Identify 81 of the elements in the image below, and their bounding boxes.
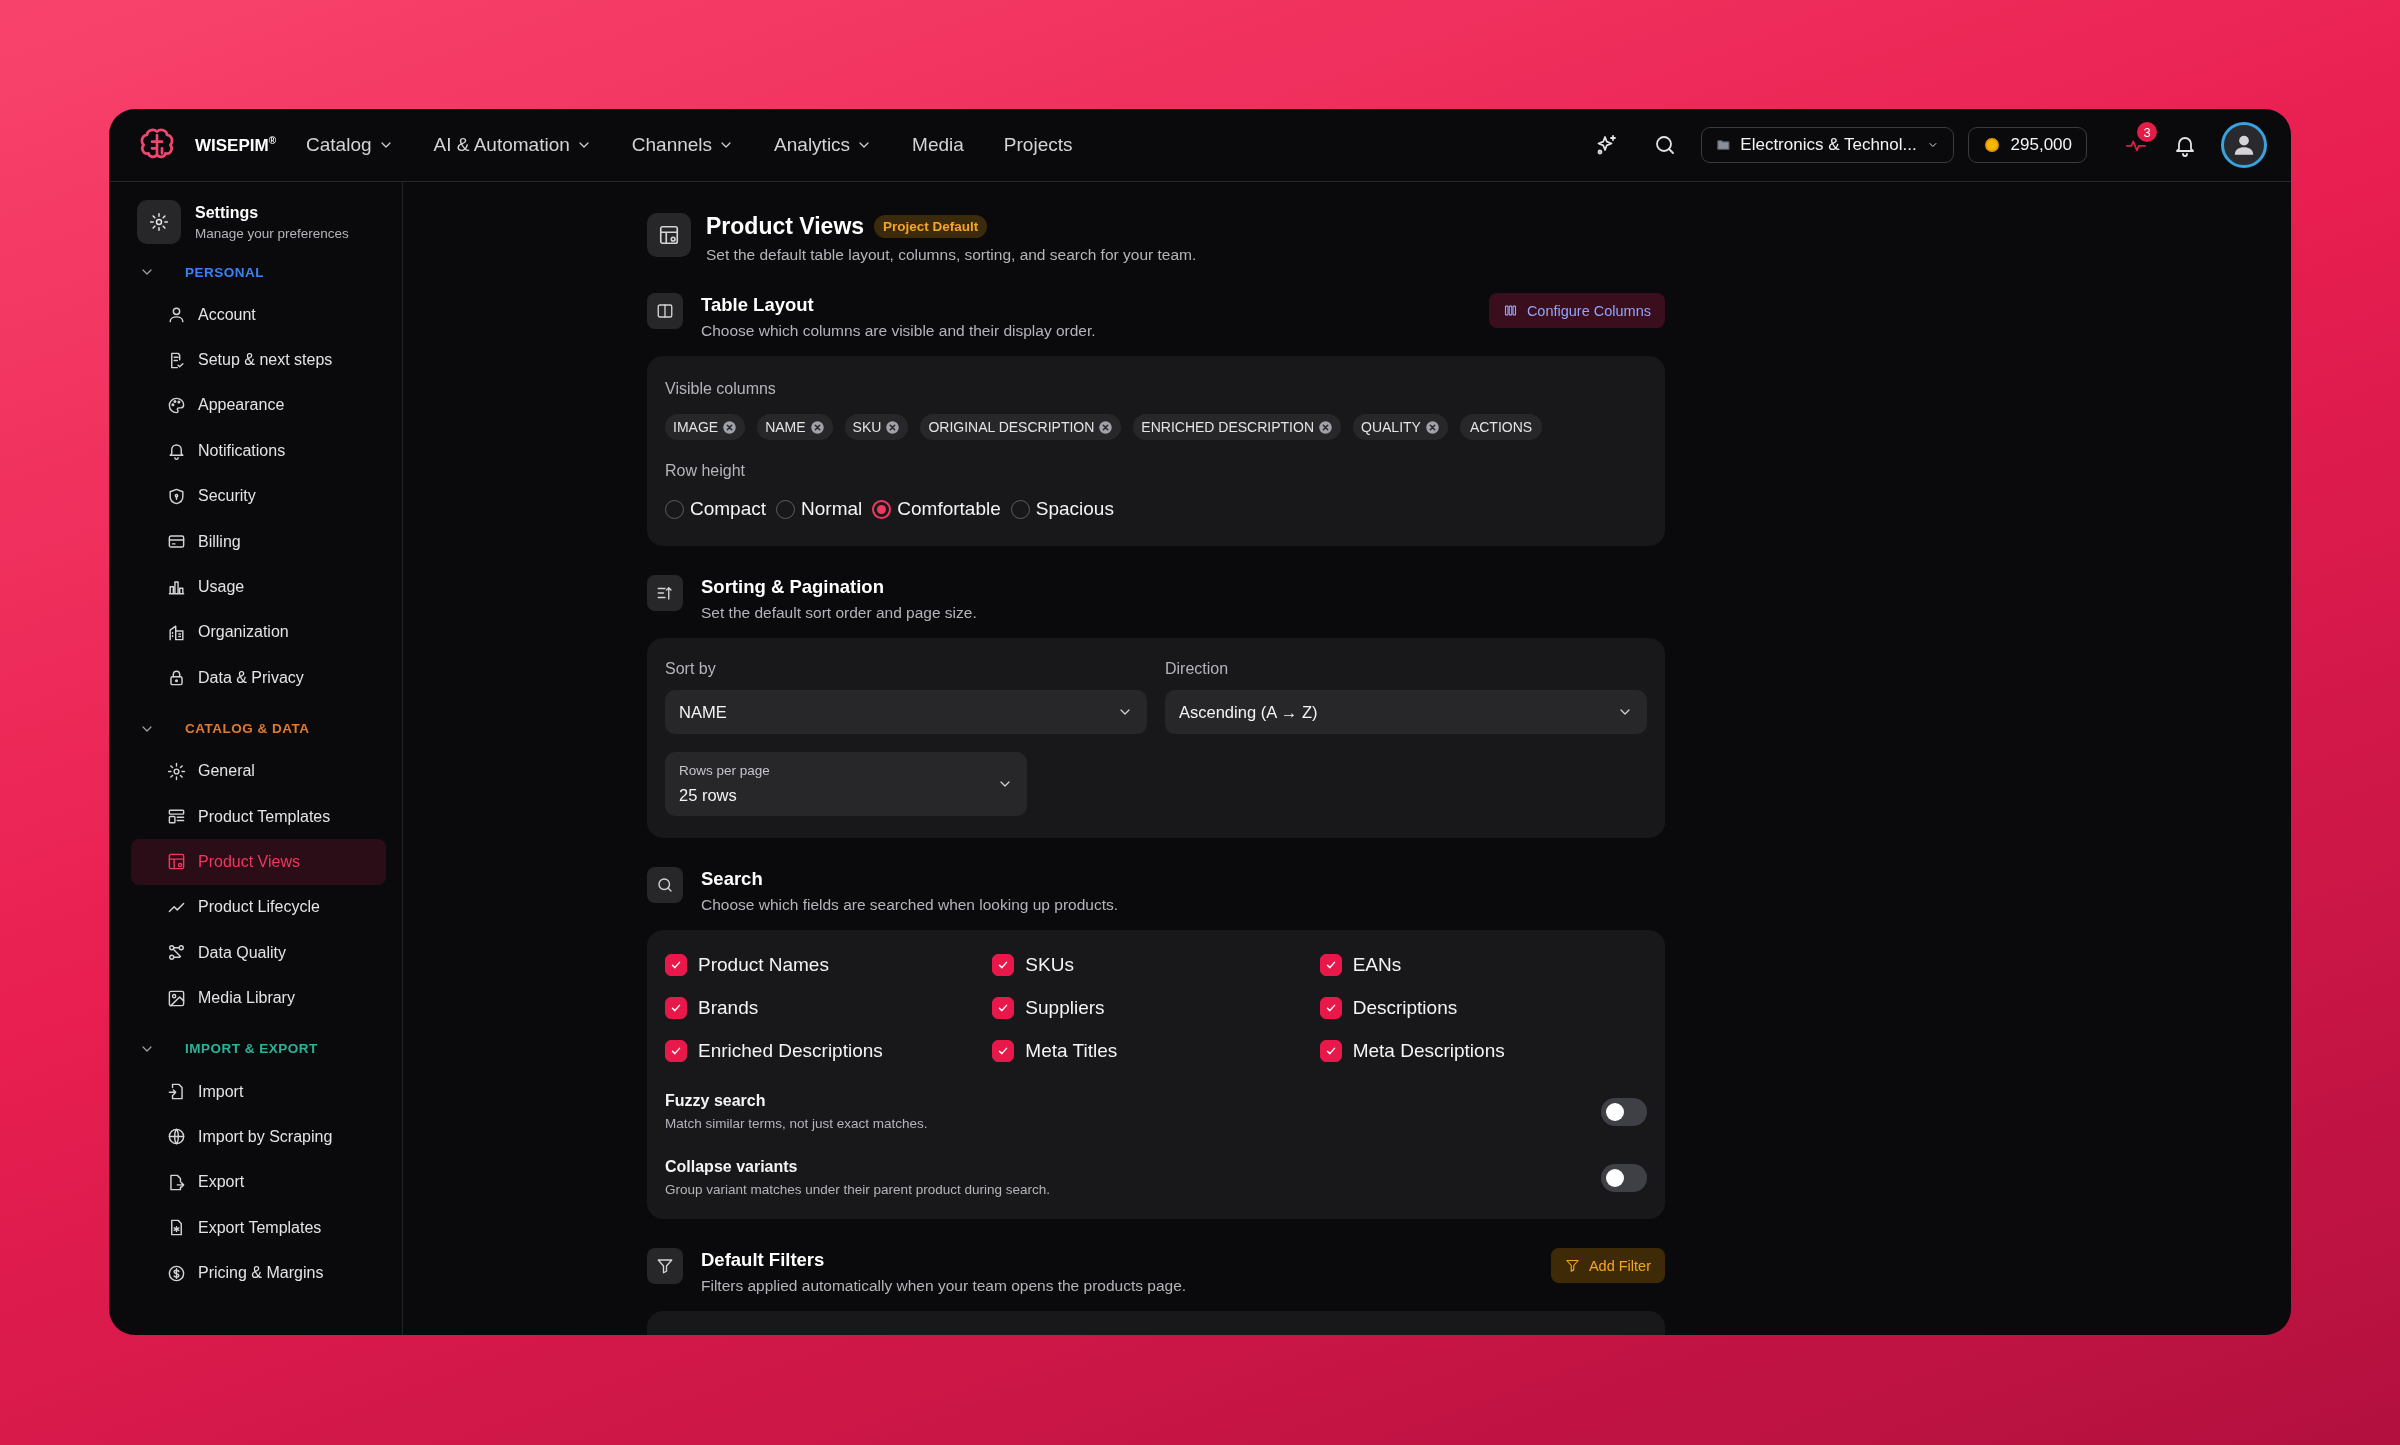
- column-chip[interactable]: QUALITY: [1353, 414, 1448, 440]
- rows-per-page-select[interactable]: Rows per page 25 rows: [665, 752, 1027, 816]
- sidebar-item[interactable]: Pricing & Margins: [131, 1250, 386, 1296]
- checkbox-option[interactable]: Suppliers: [992, 997, 1320, 1019]
- page-title: Product Views: [706, 213, 865, 240]
- add-filter-button[interactable]: Add Filter: [1550, 1248, 1665, 1283]
- sidebar-item[interactable]: General: [131, 748, 386, 794]
- section-description: Filters applied automatically when your team opens the products page.: [701, 1277, 1188, 1295]
- section-title: Sorting & Pagination: [701, 576, 885, 598]
- setting-title: Collapse variants: [665, 1158, 799, 1176]
- sidebar-item[interactable]: Data Quality: [131, 930, 386, 976]
- checkbox-option[interactable]: Enriched Descriptions: [665, 1040, 993, 1062]
- brand-name: WISEPIM$^{®}$: [195, 134, 277, 156]
- sidebar-title: Settings: [195, 203, 260, 222]
- sidebar-subtitle: Manage your preferences: [195, 225, 349, 241]
- section-description: Choose which columns are visible and their display order.: [701, 322, 1097, 340]
- sidebar-item[interactable]: Appearance: [131, 382, 386, 429]
- select-field[interactable]: Ascending (A → Z): [1165, 690, 1647, 734]
- checkbox-option[interactable]: Product Names: [665, 954, 993, 976]
- sidebar-item[interactable]: Import: [131, 1068, 386, 1115]
- section-title: Default Filters: [701, 1249, 826, 1271]
- radio-option[interactable]: Spacious: [1010, 498, 1114, 520]
- workspace-dropdown[interactable]: Electronics & Technol...: [1700, 127, 1954, 163]
- sidebar-item[interactable]: Organization: [131, 609, 386, 656]
- setting-description: Match similar terms, not just exact matches.: [665, 1116, 928, 1131]
- sidebar-item[interactable]: Import by Scraping: [131, 1114, 386, 1160]
- sidebar-item[interactable]: Export Templates: [131, 1205, 386, 1251]
- field-label: Row height: [665, 462, 747, 480]
- column-chip[interactable]: SKU: [844, 414, 909, 440]
- field-label: Sort by: [665, 660, 717, 678]
- sidebar-item[interactable]: Product Lifecycle: [131, 884, 386, 931]
- sidebar-item[interactable]: Product Views: [131, 839, 386, 885]
- field-value: 25 rows: [679, 786, 738, 805]
- section-label: CATALOG & DATA: [185, 721, 310, 736]
- page-description: Set the default table layout, columns, sorting, and search for your team.: [706, 246, 1197, 264]
- checkbox-option[interactable]: Meta Descriptions: [1319, 1040, 1647, 1062]
- status-badge: Project Default: [874, 215, 988, 238]
- section-title: Table Layout: [701, 294, 815, 316]
- radio-option[interactable]: Normal: [776, 498, 863, 520]
- sidebar-item[interactable]: Export: [131, 1159, 386, 1206]
- column-chip[interactable]: NAME: [757, 414, 833, 440]
- field-label: Direction: [1165, 660, 1230, 678]
- checkbox-option[interactable]: Brands: [665, 997, 993, 1019]
- nav-menu[interactable]: Media: [912, 134, 964, 156]
- checkbox-option[interactable]: Meta Titles: [992, 1040, 1320, 1062]
- sidebar-item[interactable]: Product Templates: [131, 793, 386, 840]
- setting-description: Group variant matches under their parent product during search.: [665, 1182, 1050, 1197]
- section-description: Set the default sort order and page size.: [701, 604, 978, 622]
- sidebar-item[interactable]: Notifications: [131, 428, 386, 474]
- checkbox-option[interactable]: SKUs: [992, 954, 1320, 976]
- nav-menu[interactable]: Catalog: [306, 134, 394, 156]
- credits-button[interactable]: 295,000: [1967, 127, 2087, 163]
- radio-option[interactable]: Comfortable: [872, 498, 1001, 520]
- column-chip[interactable]: ACTIONS: [1459, 414, 1543, 440]
- column-chip[interactable]: ORIGINAL DESCRIPTION: [920, 414, 1122, 440]
- sidebar-item[interactable]: Setup & next steps: [131, 337, 386, 383]
- column-chip[interactable]: IMAGE: [665, 414, 746, 440]
- field-label: Visible columns: [665, 380, 777, 398]
- sidebar-item[interactable]: Media Library: [131, 975, 386, 1021]
- sidebar-item[interactable]: Account: [131, 292, 386, 338]
- nav-menu[interactable]: Channels: [631, 134, 735, 156]
- sidebar-item[interactable]: Billing: [131, 518, 386, 565]
- sidebar-item[interactable]: Data & Privacy: [131, 655, 386, 701]
- section-label: PERSONAL: [185, 264, 264, 280]
- section-title: Search: [701, 868, 764, 890]
- setting-title: Fuzzy search: [665, 1092, 767, 1110]
- section-label: IMPORT & EXPORT: [185, 1041, 318, 1057]
- select-field[interactable]: NAME: [665, 690, 1147, 734]
- sidebar-item[interactable]: Security: [131, 473, 386, 519]
- nav-menu[interactable]: Projects: [1003, 134, 1073, 156]
- nav-menu[interactable]: AI & Automation: [433, 134, 592, 156]
- checkbox-option[interactable]: EANs: [1319, 954, 1647, 976]
- nav-menu[interactable]: Analytics: [774, 134, 873, 156]
- notification-badge: 3: [2137, 122, 2157, 142]
- checkbox-option[interactable]: Descriptions: [1319, 997, 1647, 1019]
- section-description: Choose which fields are searched when looking up products.: [701, 896, 1120, 914]
- sidebar-item[interactable]: Usage: [131, 564, 386, 610]
- configure-columns-button[interactable]: Configure Columns: [1488, 293, 1665, 328]
- column-chip[interactable]: ENRICHED DESCRIPTION: [1133, 414, 1341, 440]
- field-label: Rows per page: [679, 763, 770, 778]
- radio-option[interactable]: Compact: [665, 498, 767, 520]
